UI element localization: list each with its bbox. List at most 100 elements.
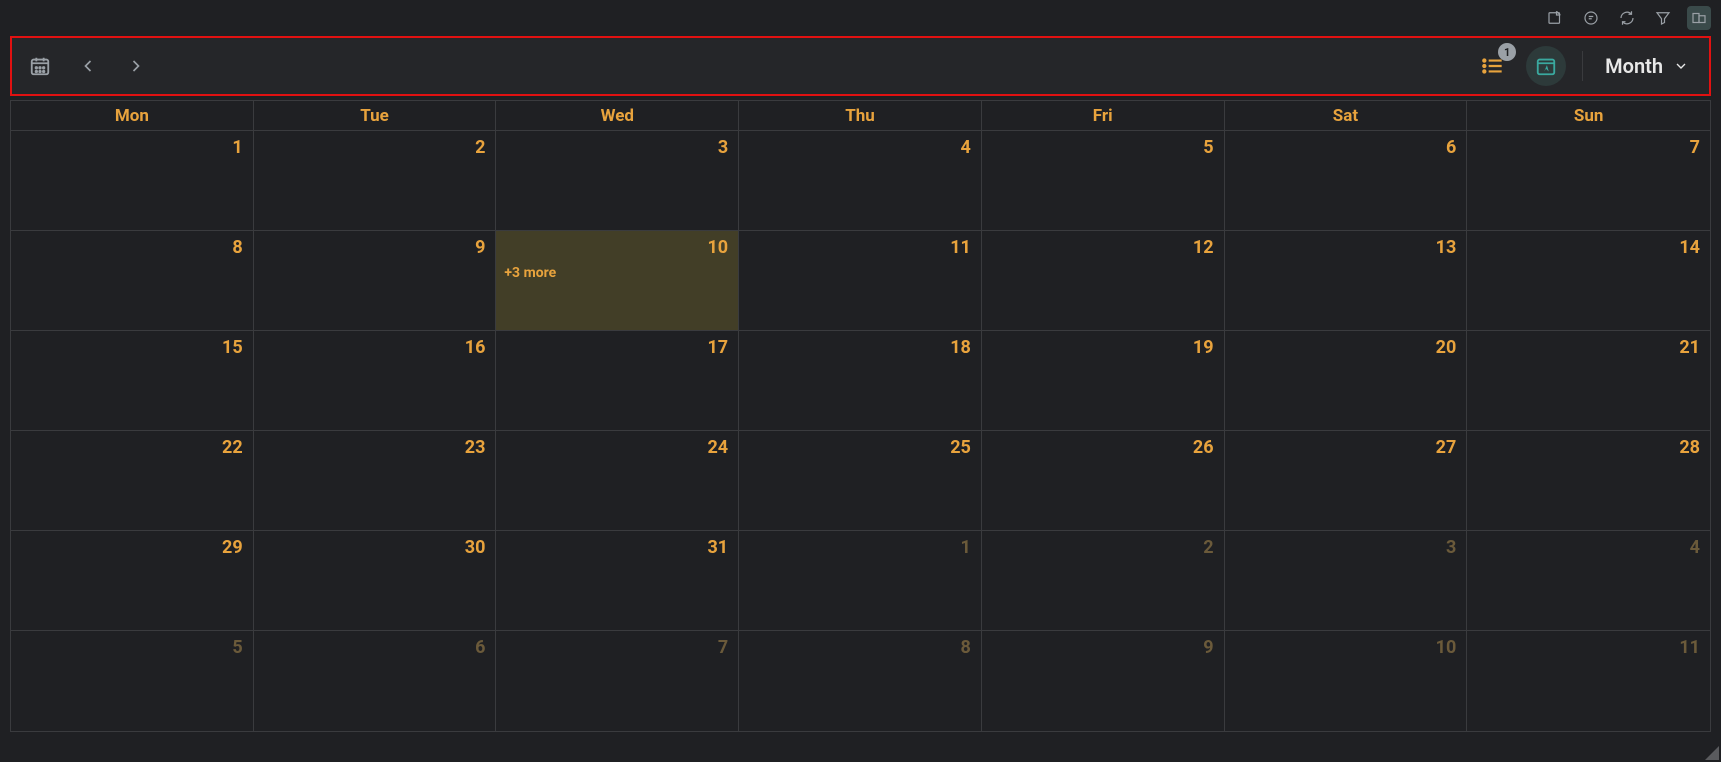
- calendar-cell[interactable]: 1: [739, 531, 982, 630]
- dayname: Thu: [739, 101, 982, 131]
- day-number: 7: [1690, 137, 1700, 158]
- calendar-cell[interactable]: 4: [739, 131, 982, 230]
- day-number: 19: [1193, 337, 1214, 358]
- day-number: 14: [1679, 237, 1700, 258]
- calendar-cell[interactable]: 3: [496, 131, 739, 230]
- calendar-cell[interactable]: 9: [982, 631, 1225, 731]
- calendar-cell[interactable]: 4: [1467, 531, 1710, 630]
- calendar-cell[interactable]: 8: [11, 231, 254, 330]
- day-number: 29: [222, 537, 243, 558]
- calendar-cell[interactable]: 15: [11, 331, 254, 430]
- day-number: 9: [475, 237, 485, 258]
- calendar-cell[interactable]: 21: [1467, 331, 1710, 430]
- calendar-cell[interactable]: 23: [254, 431, 497, 530]
- today-icon[interactable]: [26, 52, 54, 80]
- calendar-cell[interactable]: 28: [1467, 431, 1710, 530]
- day-number: 2: [475, 137, 485, 158]
- calendar-cell[interactable]: 16: [254, 331, 497, 430]
- toolbar-left: [26, 52, 150, 80]
- day-number: 24: [707, 437, 728, 458]
- top-icon-strip: [1543, 6, 1711, 30]
- dayname: Sat: [1225, 101, 1468, 131]
- panel-icon[interactable]: [1687, 6, 1711, 30]
- more-link[interactable]: +3 more: [504, 265, 556, 281]
- calendar-cell[interactable]: 6: [254, 631, 497, 731]
- chevron-down-icon: [1673, 58, 1689, 74]
- view-selector[interactable]: Month: [1599, 54, 1695, 78]
- day-number: 5: [1203, 137, 1213, 158]
- calendar-toolbar: 1 Month: [10, 36, 1711, 96]
- calendar-cell[interactable]: 19: [982, 331, 1225, 430]
- dayname: Mon: [11, 101, 254, 131]
- calendar-grid: 12345678910+3 more1112131415161718192021…: [11, 131, 1710, 731]
- calendar-cell[interactable]: 30: [254, 531, 497, 630]
- calendar-cell[interactable]: 8: [739, 631, 982, 731]
- calendar-cell[interactable]: 14: [1467, 231, 1710, 330]
- comment-icon[interactable]: [1579, 6, 1603, 30]
- quick-add-button[interactable]: [1526, 46, 1566, 86]
- day-number: 3: [718, 137, 728, 158]
- day-number: 28: [1679, 437, 1700, 458]
- calendar-row: 29 30 311 23 4: [11, 531, 1710, 631]
- calendar-cell[interactable]: 11: [1467, 631, 1710, 731]
- calendar: Mon Tue Wed Thu Fri Sat Sun 12345678910+…: [10, 100, 1711, 732]
- next-button[interactable]: [122, 52, 150, 80]
- calendar-cell[interactable]: 31: [496, 531, 739, 630]
- calendar-cell[interactable]: 17: [496, 331, 739, 430]
- day-number: 30: [465, 537, 486, 558]
- day-number: 6: [475, 637, 485, 658]
- day-number: 9: [1203, 637, 1213, 658]
- filter-icon[interactable]: [1651, 6, 1675, 30]
- calendar-cell[interactable]: 20: [1225, 331, 1468, 430]
- dayname: Sun: [1467, 101, 1710, 131]
- day-number: 4: [961, 137, 971, 158]
- calendar-cell[interactable]: 11: [739, 231, 982, 330]
- resize-handle[interactable]: [1705, 746, 1719, 760]
- calendar-row: 1 2 3 4 56 7: [11, 131, 1710, 231]
- day-number: 16: [465, 337, 486, 358]
- day-number: 17: [707, 337, 728, 358]
- day-number: 5: [232, 637, 242, 658]
- calendar-cell[interactable]: 7: [496, 631, 739, 731]
- toolbar-divider: [1582, 51, 1583, 81]
- day-number: 15: [222, 337, 243, 358]
- calendar-cell[interactable]: 12: [982, 231, 1225, 330]
- calendar-row: 8 9 10+3 more111213 14: [11, 231, 1710, 331]
- calendar-cell[interactable]: 22: [11, 431, 254, 530]
- calendar-cell[interactable]: 2: [982, 531, 1225, 630]
- calendar-cell[interactable]: 18: [739, 331, 982, 430]
- day-number: 4: [1690, 537, 1700, 558]
- calendar-cell[interactable]: 2: [254, 131, 497, 230]
- calendar-cell[interactable]: 10+3 more: [496, 231, 739, 330]
- calendar-cell[interactable]: 5: [11, 631, 254, 731]
- day-number: 23: [465, 437, 486, 458]
- list-button[interactable]: 1: [1476, 49, 1510, 83]
- calendar-cell[interactable]: 1: [11, 131, 254, 230]
- calendar-cell[interactable]: 26: [982, 431, 1225, 530]
- day-number: 7: [718, 637, 728, 658]
- prev-button[interactable]: [74, 52, 102, 80]
- calendar-cell[interactable]: 29: [11, 531, 254, 630]
- calendar-cell[interactable]: 13: [1225, 231, 1468, 330]
- day-number: 2: [1203, 537, 1213, 558]
- calendar-cell[interactable]: 5: [982, 131, 1225, 230]
- calendar-cell[interactable]: 24: [496, 431, 739, 530]
- day-number: 10: [1436, 637, 1457, 658]
- calendar-cell[interactable]: 6: [1225, 131, 1468, 230]
- day-number: 8: [961, 637, 971, 658]
- calendar-cell[interactable]: 27: [1225, 431, 1468, 530]
- day-number: 1: [232, 137, 242, 158]
- calendar-cell[interactable]: 3: [1225, 531, 1468, 630]
- dayname: Tue: [254, 101, 497, 131]
- calendar-row: 22 23 24 25 2627 28: [11, 431, 1710, 531]
- calendar-row: 15 16 17 18 19 2021: [11, 331, 1710, 431]
- calendar-cell[interactable]: 9: [254, 231, 497, 330]
- day-number: 25: [950, 437, 971, 458]
- day-number: 22: [222, 437, 243, 458]
- calendar-cell[interactable]: 10: [1225, 631, 1468, 731]
- refresh-icon[interactable]: [1615, 6, 1639, 30]
- calendar-cell[interactable]: 7: [1467, 131, 1710, 230]
- day-number: 11: [1679, 637, 1700, 658]
- calendar-cell[interactable]: 25: [739, 431, 982, 530]
- share-icon[interactable]: [1543, 6, 1567, 30]
